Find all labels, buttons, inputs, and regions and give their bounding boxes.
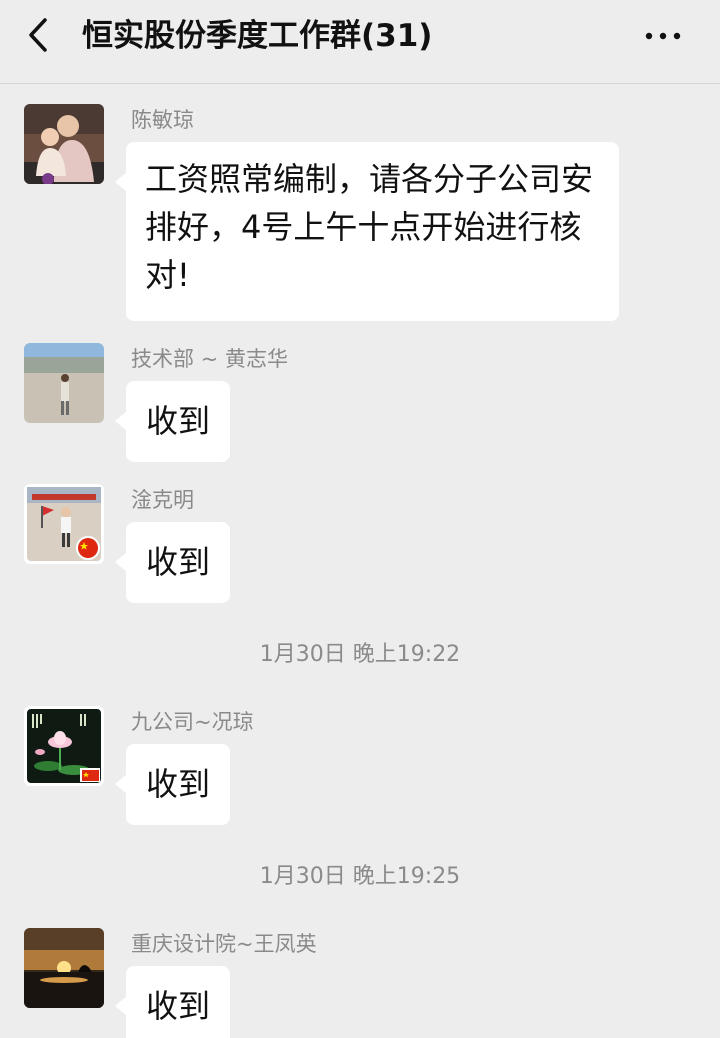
avatar-child-with-flag-photo (24, 484, 104, 564)
message-bubble[interactable]: 收到 (115, 522, 230, 603)
avatar-outdoor-square-photo (24, 343, 104, 423)
sender-name: 技术部 ~ 黄志华 (131, 347, 288, 371)
more-dots-icon (645, 32, 681, 40)
chat-screen: 恒实股份季度工作群(31) 陈敏琼 工资照常编制，请各分子公司安排好，4号上午十… (0, 0, 720, 1038)
avatar-children-photo (24, 104, 104, 184)
avatar[interactable] (24, 104, 104, 184)
avatar-sunset-photo (24, 928, 104, 1008)
back-button[interactable] (18, 14, 62, 58)
message-timestamp: 1月30日 晚上19:22 (259, 642, 461, 667)
avatar[interactable] (24, 343, 104, 423)
sender-name: 陈敏琼 (131, 108, 194, 132)
chevron-left-icon (29, 18, 47, 52)
sender-name: 九公司~况琼 (131, 710, 254, 734)
message-bubble[interactable]: 收到 (115, 381, 230, 462)
message-bubble[interactable]: 收到 (115, 966, 230, 1038)
sender-name: 重庆设计院~王凤英 (131, 932, 317, 956)
message-list[interactable]: 陈敏琼 工资照常编制，请各分子公司安排好，4号上午十点开始进行核对! 技术部 ~… (0, 84, 720, 1038)
avatar-lotus-photo (24, 706, 104, 786)
chat-header: 恒实股份季度工作群(31) (0, 0, 720, 84)
avatar[interactable] (24, 928, 104, 1008)
chat-title: 恒实股份季度工作群(31) (82, 18, 433, 54)
more-button[interactable] (636, 14, 692, 58)
message-timestamp: 1月30日 晚上19:25 (259, 864, 461, 889)
avatar[interactable] (24, 706, 104, 786)
avatar[interactable] (24, 484, 104, 564)
message-bubble[interactable]: 工资照常编制，请各分子公司安排好，4号上午十点开始进行核对! (115, 142, 619, 321)
message-bubble[interactable]: 收到 (115, 744, 230, 825)
sender-name: 淦克明 (131, 488, 194, 512)
